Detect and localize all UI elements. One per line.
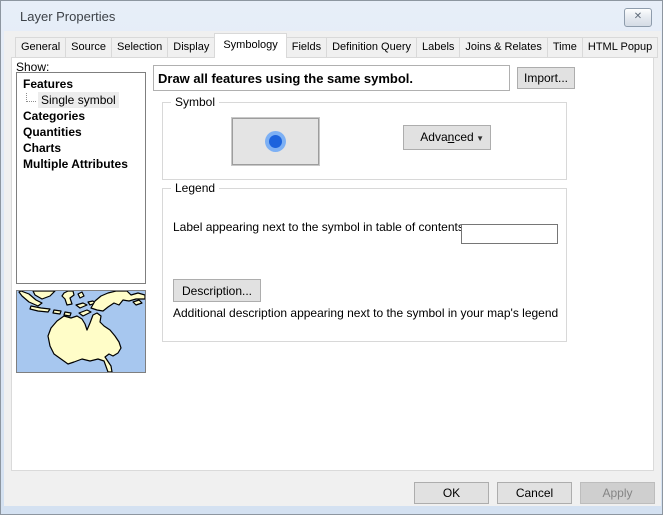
legend-group: Legend Label appearing next to the symbo… [162,188,567,342]
tab-source[interactable]: Source [65,37,112,58]
legend-note-text: Additional description appearing next to… [173,306,565,320]
tree-item-multiple-attributes[interactable]: Multiple Attributes [17,156,145,172]
close-button[interactable]: ✕ [624,8,652,27]
cancel-button[interactable]: Cancel [497,482,572,504]
advanced-dropdown-button[interactable]: Advanced ▼ [403,125,491,150]
tab-display[interactable]: Display [167,37,215,58]
tree-item-label-selected: Single symbol [38,92,119,108]
close-icon: ✕ [634,11,642,22]
legend-label-text: Label appearing next to the symbol in ta… [173,220,467,234]
layer-properties-dialog: Layer Properties ✕ General Source Select… [0,0,663,515]
dialog-body: General Source Selection Display Symbolo… [4,31,661,506]
tree-connector-icon [26,93,36,102]
symbol-group: Symbol Advanced ▼ [162,102,567,180]
tree-item-quantities[interactable]: Quantities [17,124,145,140]
tree-item-charts[interactable]: Charts [17,140,145,156]
renderer-description-panel: Draw all features using the same symbol. [153,65,510,91]
tree-item-features[interactable]: Features [17,76,145,92]
renderer-description-text: Draw all features using the same symbol. [154,66,509,86]
description-button[interactable]: Description... [173,279,261,302]
tab-symbology[interactable]: Symbology [214,33,286,58]
legend-label-input[interactable] [461,224,558,244]
tab-time[interactable]: Time [547,37,583,58]
titlebar[interactable]: Layer Properties ✕ [1,1,662,31]
tab-fields[interactable]: Fields [286,37,327,58]
symbol-group-title: Symbol [171,95,219,109]
window-title: Layer Properties [20,9,115,24]
point-symbol-icon [265,131,286,152]
symbol-preview-button[interactable] [232,118,319,165]
ok-button[interactable]: OK [414,482,489,504]
symbology-tab-page: Show: Features Single symbol Categories … [11,57,654,471]
tab-bar: General Source Selection Display Symbolo… [15,33,658,58]
tab-selection[interactable]: Selection [111,37,168,58]
oceania-map-svg [17,291,145,372]
tab-general[interactable]: General [15,37,66,58]
tab-definition-query[interactable]: Definition Query [326,37,417,58]
dropdown-arrow-icon: ▼ [476,127,484,150]
tab-html-popup[interactable]: HTML Popup [582,37,658,58]
tab-joins-relates[interactable]: Joins & Relates [459,37,547,58]
apply-button[interactable]: Apply [580,482,655,504]
advanced-label: Advanced [420,130,473,144]
show-tree[interactable]: Features Single symbol Categories Quanti… [16,72,146,284]
map-preview [16,290,146,373]
tree-item-categories[interactable]: Categories [17,108,145,124]
import-button[interactable]: Import... [517,67,575,89]
legend-group-title: Legend [171,181,219,195]
tree-item-single-symbol[interactable]: Single symbol [17,92,145,108]
tab-labels[interactable]: Labels [416,37,460,58]
